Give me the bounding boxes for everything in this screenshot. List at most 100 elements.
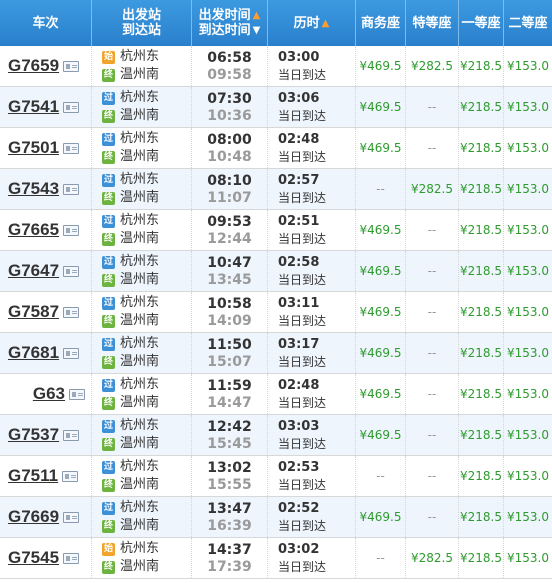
train-number-link[interactable]: G7537 (8, 425, 59, 445)
train-info-card-icon[interactable] (63, 101, 80, 113)
train-number-link[interactable]: G7647 (8, 261, 59, 281)
stations-cell: 过杭州东终温州南 (92, 210, 192, 250)
arrival-day-text: 当日到达 (278, 395, 327, 410)
arrival-day-text: 当日到达 (278, 518, 327, 533)
second-class-cell: ¥153.0 (504, 333, 552, 373)
train-number-link[interactable]: G7501 (8, 138, 59, 158)
premium-seat-cell: ¥282.5 (406, 169, 459, 209)
premium-seat-cell: ¥282.5 (406, 538, 459, 578)
train-number-link[interactable]: G7545 (8, 548, 59, 568)
business-seat-price: ¥469.5 (359, 264, 402, 278)
from-station-badge-icon: 过 (102, 501, 115, 515)
depart-time: 11:50 (207, 336, 252, 353)
to-station-name: 温州南 (120, 559, 160, 574)
table-row[interactable]: G7669 过杭州东终温州南 13:47 16:39 02:52 当日到达 ¥469.5 --… (0, 497, 552, 538)
header-business: 商务座 (356, 0, 406, 46)
train-info-card-icon[interactable] (69, 388, 85, 400)
table-row[interactable]: G7501 过杭州东终温州南 08:00 10:48 02:48 当日到达 ¥469.5 --… (0, 128, 552, 169)
table-row[interactable]: G7659 始杭州东终温州南 06:58 09:58 03:00 当日到达 ¥469.5 ¥2… (0, 46, 552, 87)
first-class-price: ¥218.5 (460, 510, 502, 524)
header-from-station-label: 出发站 (121, 8, 161, 23)
business-seat-price: -- (376, 469, 385, 483)
duration-cell: 03:00 当日到达 (268, 46, 356, 86)
premium-seat-cell: -- (406, 251, 459, 291)
arrival-day-text: 当日到达 (278, 436, 327, 451)
first-class-cell: ¥218.5 (459, 374, 504, 414)
stations-cell: 过杭州东终温州南 (92, 497, 192, 537)
train-info-card-icon[interactable] (63, 552, 80, 564)
duration-value: 02:57 (278, 172, 320, 188)
depart-time: 08:00 (207, 131, 252, 148)
table-row[interactable]: G7543 过杭州东终温州南 08:10 11:07 02:57 当日到达 -- ¥282.5… (0, 169, 552, 210)
table-row[interactable]: G7537 过杭州东终温州南 12:42 15:45 03:03 当日到达 ¥469.5 --… (0, 415, 552, 456)
duration-value: 03:00 (278, 49, 320, 65)
second-class-cell: ¥153.0 (504, 251, 552, 291)
second-class-price: ¥153.0 (507, 264, 549, 278)
times-cell: 10:58 14:09 (192, 292, 268, 332)
train-number-link[interactable]: G7587 (8, 302, 59, 322)
train-number-link[interactable]: G7681 (8, 343, 59, 363)
train-number-link[interactable]: G63 (33, 384, 65, 404)
second-class-cell: ¥153.0 (504, 169, 552, 209)
sort-asc-icon[interactable]: ▲ (253, 8, 261, 23)
train-cell: G7665 (0, 210, 92, 250)
train-info-card-icon[interactable] (63, 183, 80, 195)
table-row[interactable]: G7587 过杭州东终温州南 10:58 14:09 03:11 当日到达 ¥469.5 --… (0, 292, 552, 333)
from-station-name: 杭州东 (120, 541, 160, 556)
header-duration-sort[interactable]: 历时 ▲ (268, 0, 356, 46)
train-number-link[interactable]: G7669 (8, 507, 59, 527)
second-class-cell: ¥153.0 (504, 46, 552, 86)
to-station-name: 温州南 (120, 477, 160, 492)
table-row[interactable]: G7647 过杭州东终温州南 10:47 13:45 02:58 当日到达 ¥469.5 --… (0, 251, 552, 292)
times-cell: 07:30 10:36 (192, 87, 268, 127)
arrival-day-text: 当日到达 (278, 477, 327, 492)
to-station-badge-icon: 终 (102, 232, 115, 246)
from-station-badge-icon: 过 (102, 296, 115, 310)
table-row[interactable]: G7681 过杭州东终温州南 11:50 15:07 03:17 当日到达 ¥469.5 --… (0, 333, 552, 374)
business-seat-cell: -- (356, 538, 406, 578)
train-number-link[interactable]: G7541 (8, 97, 59, 117)
table-row[interactable]: G63 过杭州东终温州南 11:59 14:47 02:48 当日到达 ¥469.5 -- ¥2… (0, 374, 552, 415)
premium-seat-price: -- (427, 305, 437, 319)
train-number-link[interactable]: G7543 (8, 179, 59, 199)
header-times-sort[interactable]: 出发时间 ▲ 到达时间 ▼ (192, 0, 268, 46)
train-info-card-icon[interactable] (63, 224, 80, 236)
train-info-card-icon[interactable] (63, 60, 80, 72)
second-class-cell: ¥153.0 (504, 292, 552, 332)
business-seat-cell: ¥469.5 (356, 46, 406, 86)
train-info-card-icon[interactable] (62, 470, 79, 482)
premium-seat-price: ¥282.5 (411, 551, 453, 565)
train-number-link[interactable]: G7659 (8, 56, 59, 76)
train-info-card-icon[interactable] (63, 511, 80, 523)
train-number-link[interactable]: G7665 (8, 220, 59, 240)
table-header: 车次 出发站 到达站 出发时间 ▲ 到达时间 ▼ 历时 ▲ 商务座 特等座 一等座 二 (0, 0, 552, 46)
depart-time: 11:59 (207, 377, 252, 394)
duration-cell: 02:48 当日到达 (268, 128, 356, 168)
table-row[interactable]: G7541 过杭州东终温州南 07:30 10:36 03:06 当日到达 ¥469.5 --… (0, 87, 552, 128)
train-cell: G7587 (0, 292, 92, 332)
train-info-card-icon[interactable] (63, 347, 80, 359)
depart-time: 07:30 (207, 90, 252, 107)
train-number-link[interactable]: G7511 (8, 466, 58, 486)
train-info-card-icon[interactable] (63, 306, 80, 318)
table-row[interactable]: G7511 过杭州东终温州南 13:02 15:55 02:53 当日到达 -- -- ¥218… (0, 456, 552, 497)
stations-cell: 过杭州东终温州南 (92, 87, 192, 127)
second-class-price: ¥153.0 (507, 182, 549, 196)
train-cell: G7647 (0, 251, 92, 291)
business-seat-cell: ¥469.5 (356, 251, 406, 291)
table-row[interactable]: G7665 过杭州东终温州南 09:53 12:44 02:51 当日到达 ¥469.5 --… (0, 210, 552, 251)
train-info-card-icon[interactable] (63, 265, 80, 277)
sort-desc-icon[interactable]: ▼ (253, 23, 261, 38)
duration-value: 02:48 (278, 131, 320, 147)
stations-cell: 过杭州东终温州南 (92, 292, 192, 332)
train-info-card-icon[interactable] (63, 429, 80, 441)
times-cell: 10:47 13:45 (192, 251, 268, 291)
train-info-card-icon[interactable] (63, 142, 80, 154)
sort-duration-icon[interactable]: ▲ (322, 16, 330, 31)
duration-value: 03:02 (278, 541, 320, 557)
premium-seat-cell: -- (406, 456, 459, 496)
business-seat-price: ¥469.5 (359, 346, 402, 360)
premium-seat-price: -- (427, 510, 437, 524)
header-to-station-label: 到达站 (121, 23, 161, 38)
table-row[interactable]: G7545 始杭州东终温州南 14:37 17:39 03:02 当日到达 -- ¥282.5… (0, 538, 552, 579)
